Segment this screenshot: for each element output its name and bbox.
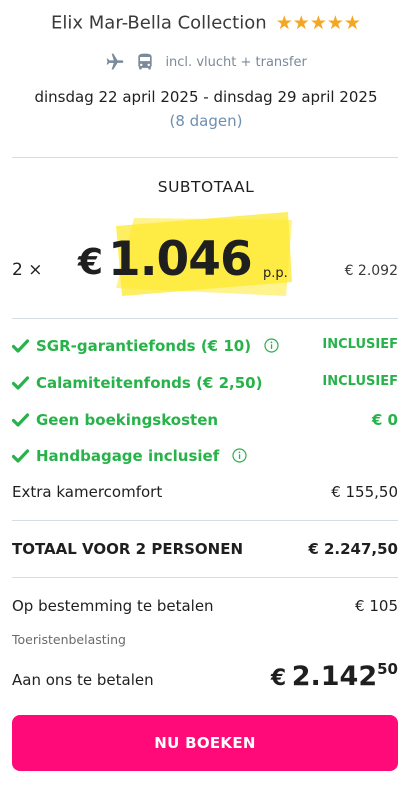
pay-integer: 2.142 [291,661,378,692]
includes-text: incl. vlucht + transfer [165,54,307,70]
star-icon: ★ [275,12,293,34]
inclusion-row-hand-luggage: Handbagage inclusief [12,447,398,469]
bus-icon [138,53,152,70]
inclusion-label: Geen boekingskosten [36,411,219,429]
destination-label: Op bestemming te betalen [12,597,214,615]
includes-row: incl. vlucht + transfer [0,52,412,72]
info-icon[interactable] [232,447,248,463]
inclusion-row-booking-costs: Geen boekingskosten € 0 [12,411,398,433]
star-icon: ★ [292,12,310,34]
extra-value: € 155,50 [331,483,398,501]
subtotal-heading: SUBTOTAAL [157,178,255,196]
pay-now-amount: € 2.14250 [271,660,398,692]
inclusion-value: INCLUSIEF [322,374,398,389]
pay-cents: 50 [377,660,398,678]
per-person-label: p.p. [263,266,288,281]
inclusion-value: € 0 [371,411,398,429]
inclusion-label: Calamiteitenfonds (€ 2,50) [36,374,263,392]
subtotal-total: € 2.092 [344,263,398,279]
extra-room-comfort-row: Extra kamercomfort € 155,50 [12,483,398,505]
tourist-tax-note: Toeristenbelasting [12,632,126,647]
destination-payment-row: Op bestemming te betalen € 105 [12,597,398,619]
divider [12,577,398,578]
trip-duration: (8 dagen) [169,112,243,130]
extra-label: Extra kamercomfort [12,483,163,501]
info-icon[interactable] [264,337,279,353]
total-label: TOTAAL VOOR 2 PERSONEN [12,540,244,558]
quantity: 2 × [12,260,43,280]
divider [12,520,398,521]
star-icon: ★ [309,12,327,34]
total-value: € 2.247,50 [308,540,398,558]
pay-now-label: Aan ons te betalen [12,671,154,689]
price-per-person: 1.046 [108,232,253,287]
travel-dates: dinsdag 22 april 2025 - dinsdag 29 april… [34,88,378,106]
hotel-title-row: Elix Mar-Bella Collection ★★★★★ [0,12,412,34]
inclusion-label: Handbagage inclusief [12,447,248,465]
destination-value: € 105 [355,597,398,615]
inclusion-row-sgr: SGR-garantiefonds (€ 10) INCLUSIEF [12,337,398,359]
book-now-button[interactable]: NU BOEKEN [12,715,398,771]
star-icon: ★ [343,12,361,34]
booking-summary: Elix Mar-Bella Collection ★★★★★ incl. vl… [0,0,412,787]
pay-currency: € [270,666,287,691]
inclusion-label-text: SGR-garantiefonds (€ 10) [36,337,252,355]
inclusion-value: INCLUSIEF [322,337,398,352]
star-icon: ★ [326,12,344,34]
star-rating: ★★★★★ [276,12,361,34]
inclusion-row-calamity: Calamiteitenfonds (€ 2,50) INCLUSIEF [12,374,398,396]
divider [12,157,398,158]
divider [12,318,398,319]
hotel-name: Elix Mar-Bella Collection [51,12,267,34]
price-currency: € [78,242,104,283]
total-row: TOTAAL VOOR 2 PERSONEN € 2.247,50 [12,540,398,562]
inclusion-label-text: Handbagage inclusief [36,447,220,465]
plane-icon [106,53,124,70]
inclusion-label: SGR-garantiefonds (€ 10) [12,337,279,355]
